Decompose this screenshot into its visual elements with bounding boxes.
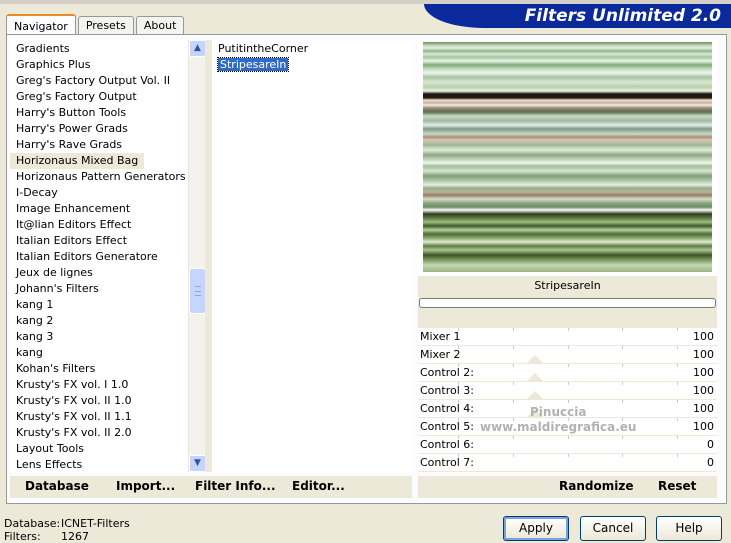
database-value: ICNET-Filters xyxy=(61,517,130,530)
chevron-up-icon[interactable]: ▲ xyxy=(189,40,206,57)
control-label: Control 6: xyxy=(420,438,474,451)
import-button[interactable]: Import... xyxy=(116,479,175,493)
list-item[interactable]: kang 3 xyxy=(10,329,204,345)
control-row[interactable]: Mixer 1 100 xyxy=(418,328,717,346)
slider-thumb[interactable] xyxy=(526,355,544,364)
filters-label: Filters: xyxy=(4,530,41,543)
control-label: Control 3: xyxy=(420,384,474,397)
control-row[interactable]: Control 7: 0 xyxy=(418,454,717,472)
list-item[interactable]: Krusty's FX vol. II 1.1 xyxy=(10,409,204,425)
list-item[interactable]: kang 2 xyxy=(10,313,204,329)
tab-bar: Navigator Presets About xyxy=(6,13,186,36)
chevron-down-icon[interactable]: ▼ xyxy=(189,455,206,472)
list-item[interactable]: Greg's Factory Output Vol. II xyxy=(10,73,204,89)
list-item[interactable]: kang xyxy=(10,345,204,361)
control-label: Control 5: xyxy=(420,420,474,433)
progress-bar xyxy=(419,298,716,308)
list-item[interactable]: I-Decay xyxy=(10,185,204,201)
list-item[interactable]: Harry's Power Grads xyxy=(10,121,204,137)
list-item[interactable]: Graphics Plus xyxy=(10,57,204,73)
help-button[interactable]: Help xyxy=(656,516,722,541)
cancel-button[interactable]: Cancel xyxy=(580,516,646,541)
list-item[interactable]: Greg's Factory Output xyxy=(10,89,204,105)
list-item[interactable]: Johann's Filters xyxy=(10,281,204,297)
list-item[interactable]: Krusty's FX vol. II 2.0 xyxy=(10,425,204,441)
list-item[interactable]: Krusty's FX vol. II 1.0 xyxy=(10,393,204,409)
watermark: Pinuccia www.maldiregrafica.eu xyxy=(480,405,637,434)
category-scrollbar[interactable]: ▲ ▼ xyxy=(188,40,206,472)
category-list[interactable]: Gradients Graphics Plus Greg's Factory Out… xyxy=(10,40,204,472)
control-label: Control 4: xyxy=(420,402,474,415)
filter-item[interactable]: PutitintheCorner xyxy=(212,41,412,57)
preview-image xyxy=(423,42,712,272)
list-item[interactable]: Layout Tools xyxy=(10,441,204,457)
control-value: 100 xyxy=(693,420,714,433)
control-row[interactable]: Control 3: 100 xyxy=(418,382,717,400)
filter-list[interactable]: PutitintheCorner StripesareIn xyxy=(212,40,412,472)
list-item[interactable]: Gradients xyxy=(10,41,204,57)
control-value: 0 xyxy=(707,438,714,451)
bottom-toolbar-right: Randomize Reset xyxy=(418,476,717,498)
list-item[interactable]: Italian Editors Effect xyxy=(10,233,204,249)
tab-presets[interactable]: Presets xyxy=(77,16,134,35)
control-label: Mixer 2 xyxy=(420,348,461,361)
tab-navigator[interactable]: Navigator xyxy=(6,14,76,36)
list-item[interactable]: Image Enhancement xyxy=(10,201,204,217)
list-divider xyxy=(205,40,212,472)
control-value: 100 xyxy=(693,330,714,343)
database-label: Database: xyxy=(4,517,61,530)
slider-thumb[interactable] xyxy=(526,391,544,400)
list-item[interactable]: Jeux de lignes xyxy=(10,265,204,281)
control-row[interactable]: Control 6: 0 xyxy=(418,436,717,454)
bottom-toolbar-left: Database Import... Filter Info... Editor… xyxy=(10,476,412,498)
control-label: Mixer 1 xyxy=(420,330,461,343)
list-item[interactable]: Harry's Rave Grads xyxy=(10,137,204,153)
editor-button[interactable]: Editor... xyxy=(292,479,345,493)
filter-info-button[interactable]: Filter Info... xyxy=(195,479,276,493)
filters-count: 1267 xyxy=(61,530,89,543)
list-item[interactable]: Kohan's Filters xyxy=(10,361,204,377)
control-row[interactable]: Control 2: 100 xyxy=(418,364,717,382)
control-value: 0 xyxy=(707,456,714,469)
list-item[interactable]: Lens Effects xyxy=(10,457,204,473)
filter-item[interactable]: StripesareIn xyxy=(212,57,412,73)
control-sliders: Mixer 1 100 Mixer 2 100 Control 2: 100 Control… xyxy=(418,328,717,472)
slider-thumb[interactable] xyxy=(526,373,544,382)
control-row[interactable]: Mixer 2 100 xyxy=(418,346,717,364)
app-banner: Filters Unlimited 2.0 xyxy=(424,4,731,28)
control-label: Control 2: xyxy=(420,366,474,379)
control-value: 100 xyxy=(693,384,714,397)
status-info: Database: ICNET-Filters Filters: 1267 xyxy=(4,517,130,543)
list-item[interactable]: kang 1 xyxy=(10,297,204,313)
control-value: 100 xyxy=(693,402,714,415)
control-label: Control 7: xyxy=(420,456,474,469)
list-item[interactable]: Horizonaus Mixed Bag xyxy=(10,153,145,169)
database-button[interactable]: Database xyxy=(25,479,89,493)
list-item[interactable]: Harry's Button Tools xyxy=(10,105,204,121)
filter-title: StripesareIn xyxy=(534,279,601,292)
list-item[interactable]: It@lian Editors Effect xyxy=(10,217,204,233)
apply-button[interactable]: Apply xyxy=(503,516,569,541)
control-value: 100 xyxy=(693,348,714,361)
list-item[interactable]: Italian Editors Generatore xyxy=(10,249,204,265)
tab-about[interactable]: About xyxy=(135,16,185,35)
list-item[interactable]: Horizonaus Pattern Generators xyxy=(10,169,204,185)
list-item[interactable]: Krusty's FX vol. I 1.0 xyxy=(10,377,204,393)
randomize-button[interactable]: Randomize xyxy=(559,479,633,493)
reset-button[interactable]: Reset xyxy=(658,479,696,493)
control-value: 100 xyxy=(693,366,714,379)
scrollbar-thumb[interactable] xyxy=(189,268,206,314)
